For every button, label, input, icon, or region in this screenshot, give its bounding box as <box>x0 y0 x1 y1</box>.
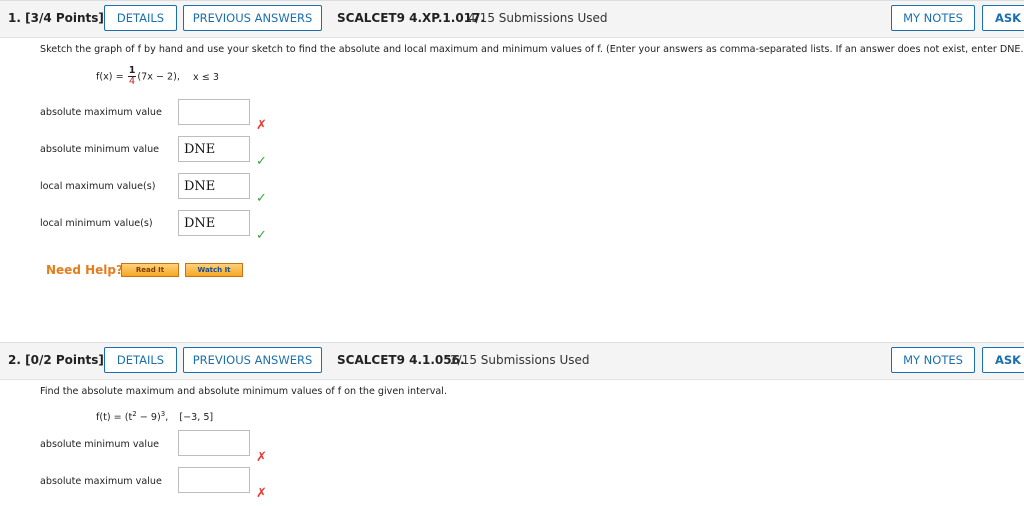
problem-code: SCALCET9 4.XP.1.017. <box>337 11 485 25</box>
formula-separator: , <box>165 412 169 424</box>
ask-teacher-button[interactable]: ASK Y <box>982 5 1024 31</box>
question-number: 1. <box>8 11 21 25</box>
question-number: 2. <box>8 353 21 367</box>
details-button[interactable]: DETAILS <box>104 5 177 31</box>
formula-interval: [−3, 5] <box>179 412 214 424</box>
answer-label: absolute maximum value <box>40 107 162 118</box>
x-icon: ✗ <box>256 486 267 501</box>
answer-input[interactable] <box>178 467 250 493</box>
question-2-header: 2. [0/2 Points] DETAILS PREVIOUS ANSWERS… <box>0 342 1024 380</box>
details-button[interactable]: DETAILS <box>104 347 177 373</box>
answer-label: absolute maximum value <box>40 476 162 487</box>
answer-label: local minimum value(s) <box>40 218 153 229</box>
check-icon: ✓ <box>256 228 267 243</box>
check-icon: ✓ <box>256 154 267 169</box>
answer-label: absolute minimum value <box>40 439 160 450</box>
question-1-formula: f(x) = 1 4 (7x − 2), x ≤ 3 <box>96 66 219 87</box>
answer-input[interactable]: DNE <box>178 173 250 199</box>
x-icon: ✗ <box>256 118 267 133</box>
question-1-header: 1. [3/4 Points] DETAILS PREVIOUS ANSWERS… <box>0 0 1024 38</box>
question-2-formula: f(t) = (t2 − 9)3, [−3, 5] <box>96 410 213 423</box>
previous-answers-button[interactable]: PREVIOUS ANSWERS <box>183 5 322 31</box>
problem-code: SCALCET9 4.1.056. <box>337 353 465 367</box>
read-it-button[interactable]: Read It <box>121 263 179 277</box>
formula-lhs: f(x) = <box>96 71 124 83</box>
need-help-label: Need Help? <box>46 263 123 277</box>
previous-answers-button[interactable]: PREVIOUS ANSWERS <box>183 347 322 373</box>
answer-input[interactable] <box>178 430 250 456</box>
question-2-points: 2. [0/2 Points] <box>8 353 104 367</box>
check-icon: ✓ <box>256 191 267 206</box>
my-notes-button[interactable]: MY NOTES <box>891 347 975 373</box>
my-notes-button[interactable]: MY NOTES <box>891 5 975 31</box>
fraction: 1 4 <box>127 66 137 87</box>
formula-lhs: f(t) = (t <box>96 412 133 424</box>
ask-teacher-button[interactable]: ASK Y <box>982 347 1024 373</box>
answer-label: absolute minimum value <box>40 144 160 155</box>
answer-input[interactable]: DNE <box>178 136 250 162</box>
x-icon: ✗ <box>256 450 267 465</box>
question-1-points: 1. [3/4 Points] <box>8 11 104 25</box>
watch-it-button[interactable]: Watch It <box>185 263 243 277</box>
formula-domain: x ≤ 3 <box>193 71 219 83</box>
submissions-used: 4/15 Submissions Used <box>468 11 608 25</box>
points: [0/2 Points] <box>25 353 104 367</box>
formula-middle: − 9) <box>136 412 161 424</box>
question-1-instructions: Sketch the graph of f by hand and use yo… <box>40 44 1024 55</box>
question-2-instructions: Find the absolute maximum and absolute m… <box>40 386 448 397</box>
submissions-used: 2/15 Submissions Used <box>450 353 590 367</box>
answer-label: local maximum value(s) <box>40 181 156 192</box>
formula-expression: (7x − 2), <box>137 71 180 83</box>
answer-input[interactable]: DNE <box>178 210 250 236</box>
answer-input[interactable] <box>178 99 250 125</box>
fraction-denominator: 4 <box>128 76 136 87</box>
points: [3/4 Points] <box>25 11 104 25</box>
